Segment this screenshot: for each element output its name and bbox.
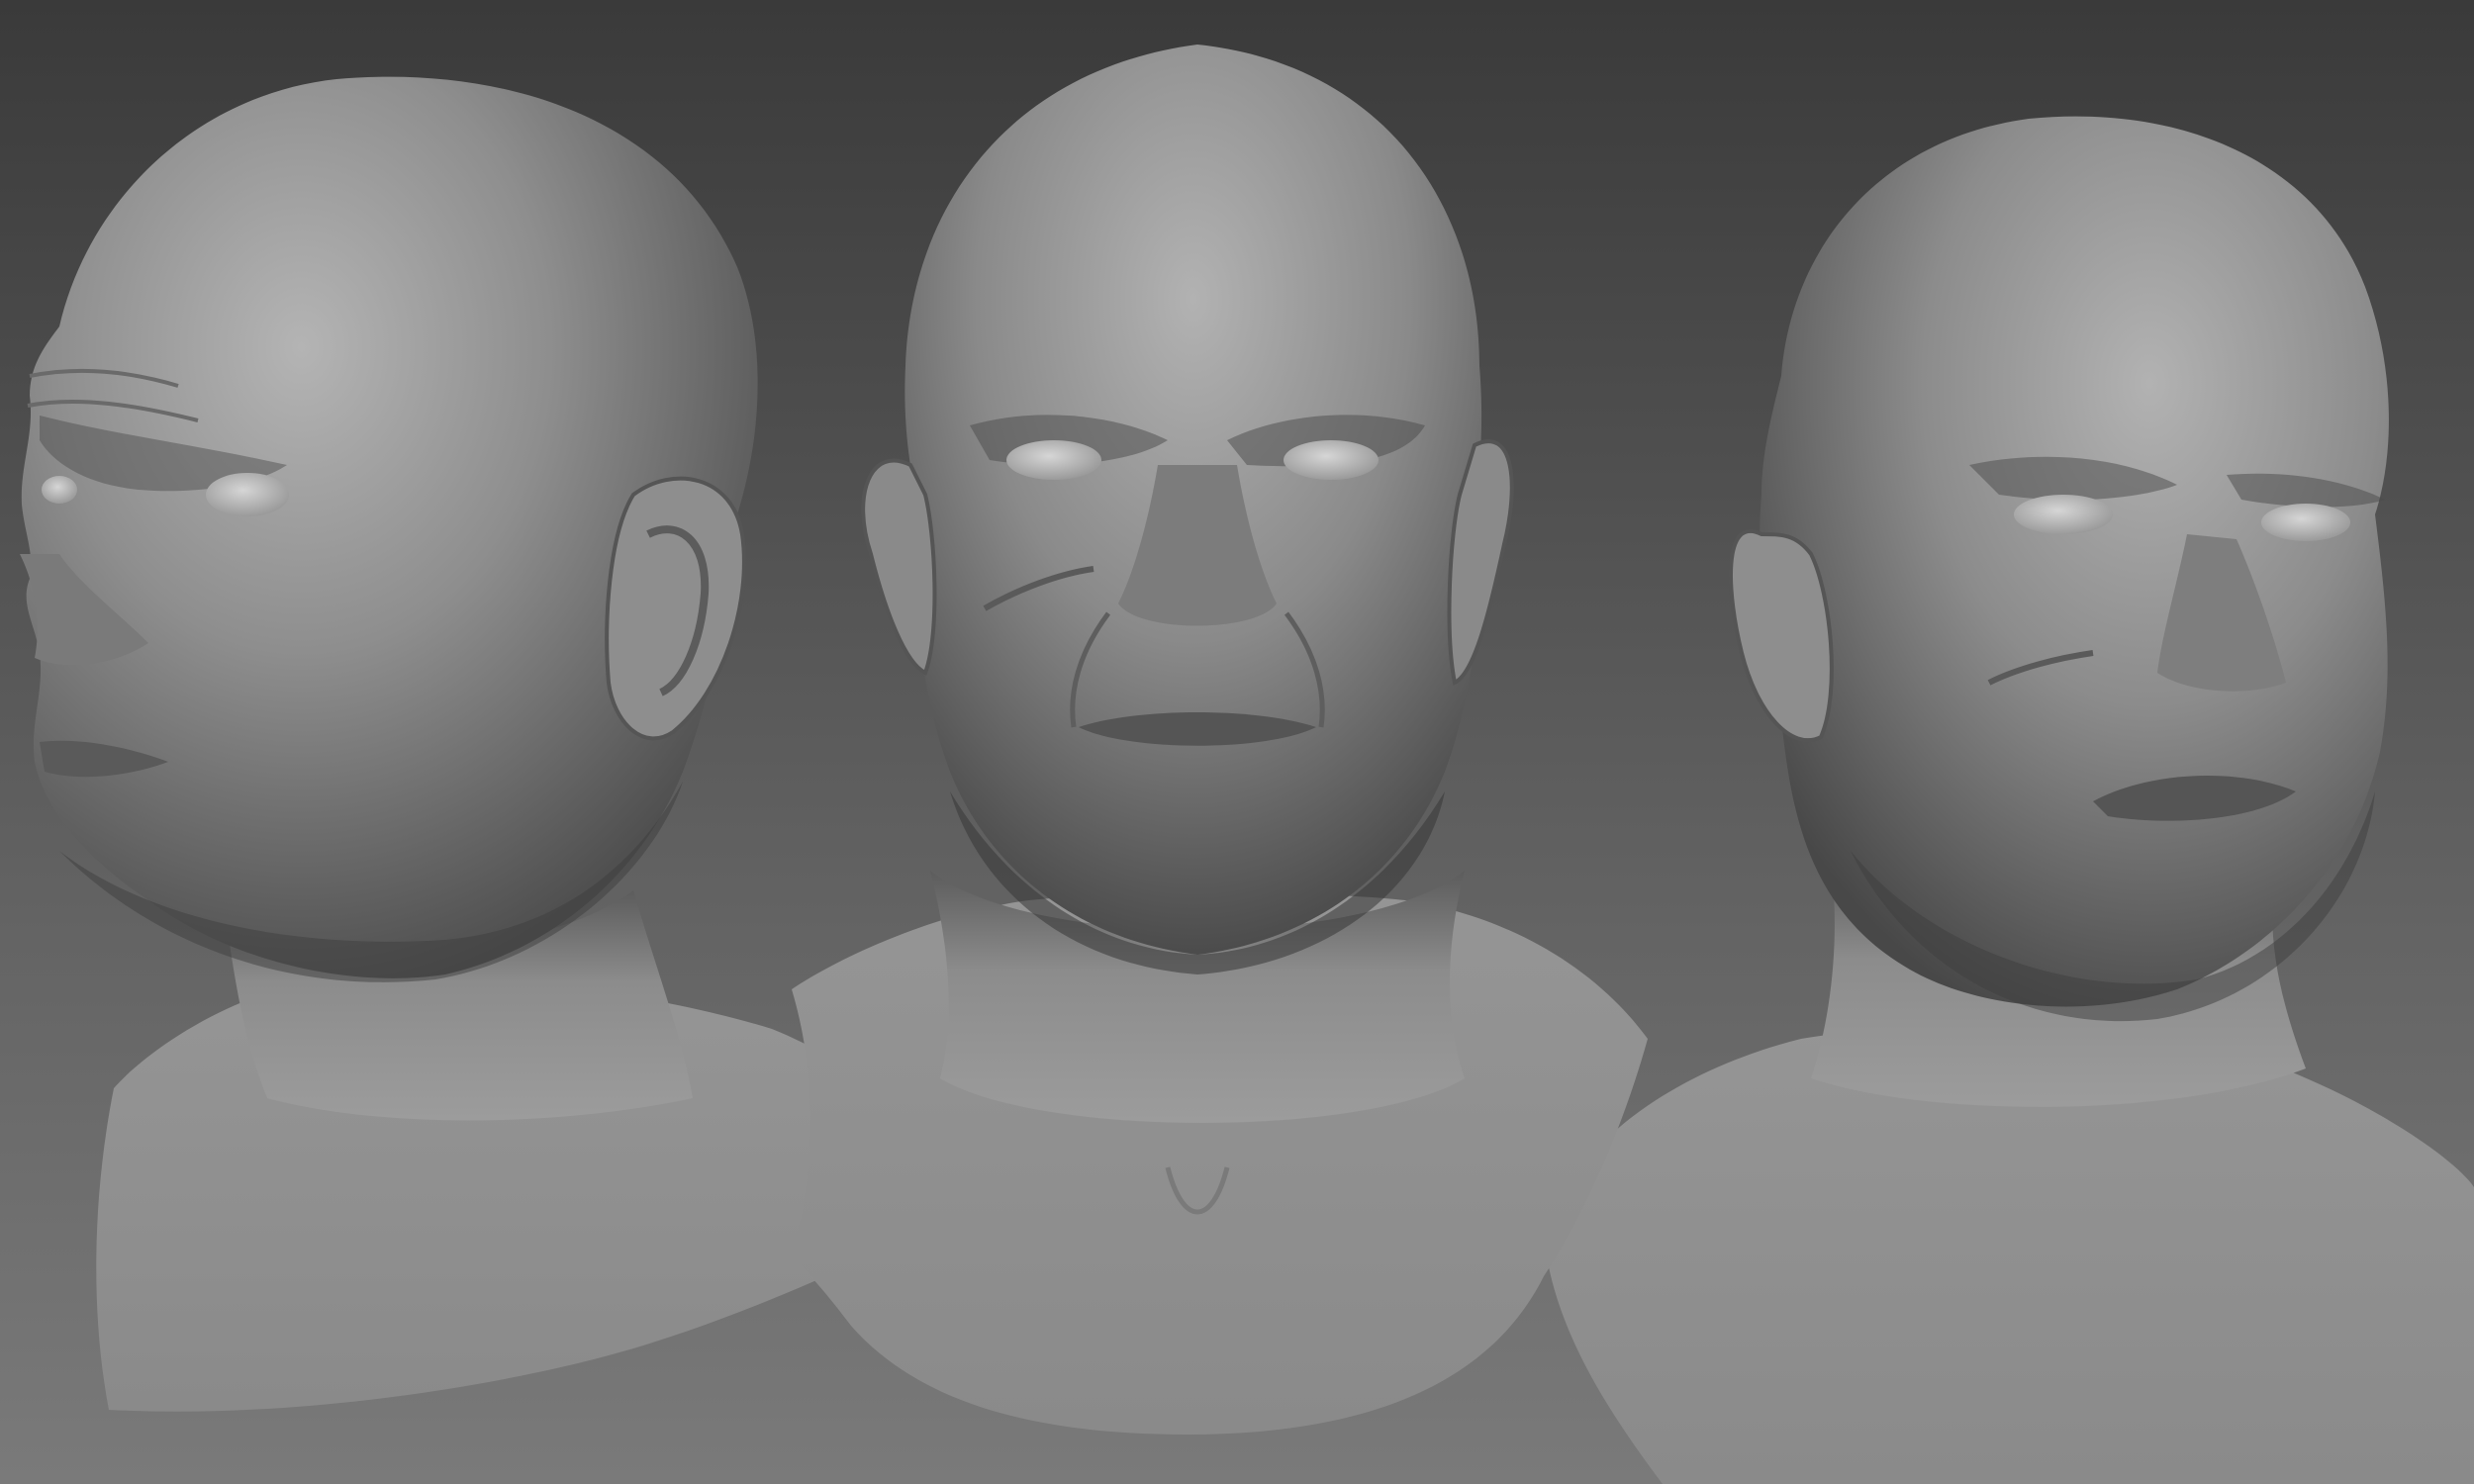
render-canvas bbox=[0, 0, 2474, 1484]
eye-front-left bbox=[1006, 440, 1101, 480]
eye-right-view-a bbox=[2014, 495, 2113, 534]
eye-front-right bbox=[1284, 440, 1379, 480]
sculpt-viewport[interactable] bbox=[0, 0, 2474, 1484]
eye-right-view-b bbox=[2261, 504, 2350, 541]
eye-far-left-view bbox=[42, 476, 77, 504]
eye-left-view bbox=[206, 473, 289, 516]
head-right bbox=[1760, 116, 2389, 1007]
